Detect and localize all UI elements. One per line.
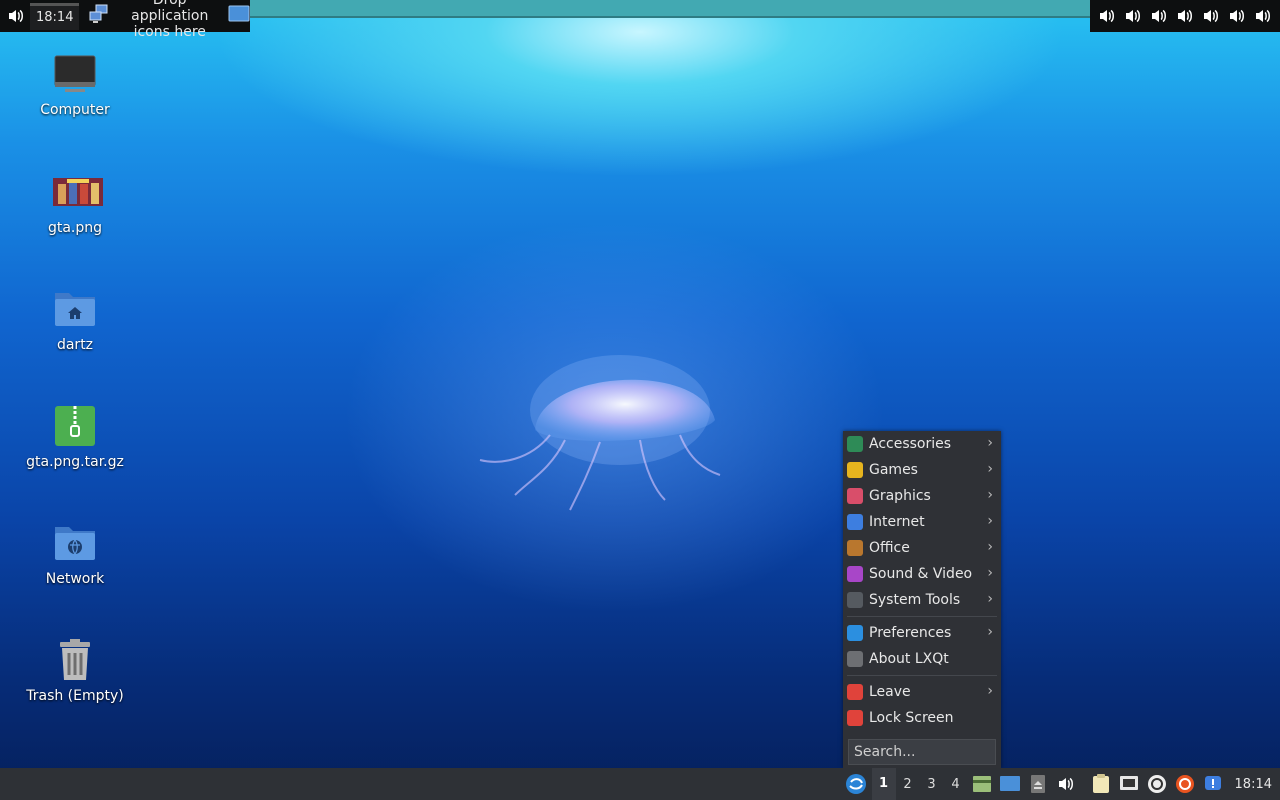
menu-item-label: Preferences — [869, 625, 952, 641]
desktop-icon-trash[interactable]: Trash (Empty) — [10, 638, 140, 704]
menu-item-accessories[interactable]: Accessories › — [843, 431, 1001, 457]
menu-item-label: Lock Screen — [869, 710, 954, 726]
home-folder-icon — [53, 287, 97, 331]
menu-item-about-lxqt[interactable]: About LXQt — [843, 646, 1001, 672]
graphics-icon — [847, 488, 863, 504]
image-thumbnail-icon — [53, 170, 103, 214]
menu-item-label: Graphics — [869, 488, 931, 504]
update-manager-icon[interactable] — [1146, 774, 1168, 794]
application-menu: Accessories › Games › Graphics › Internet › Offi… — [843, 431, 1001, 768]
system-tools-icon — [847, 592, 863, 608]
office-icon — [847, 540, 863, 556]
desktop-icon-label: gta.png.tar.gz — [26, 454, 124, 470]
clipboard-icon[interactable] — [1090, 774, 1112, 794]
computer-icon — [53, 52, 97, 96]
power-icon — [847, 684, 863, 700]
desktop-icon-network[interactable]: Network — [10, 521, 140, 587]
sound-video-icon — [847, 566, 863, 582]
desktop-icon-label: Trash (Empty) — [26, 688, 124, 704]
volume-icon[interactable] — [1201, 6, 1221, 26]
menu-item-label: Office — [869, 540, 910, 556]
top-panel-left: 18:14 Drop application icons here — [0, 0, 250, 40]
network-folder-icon — [53, 521, 97, 565]
archive-icon — [53, 404, 97, 448]
volume-icon[interactable] — [1149, 6, 1169, 26]
menu-item-internet[interactable]: Internet › — [843, 509, 1001, 535]
trash-icon — [53, 638, 97, 682]
chevron-right-icon: › — [987, 435, 993, 451]
preferences-icon — [847, 625, 863, 641]
network-wired-icon[interactable] — [1118, 774, 1140, 794]
menu-item-label: About LXQt — [869, 651, 949, 667]
bottom-clock[interactable]: 18:14 — [1235, 777, 1272, 792]
volume-icon[interactable] — [1097, 6, 1117, 26]
wallpaper-jellyfish — [470, 350, 730, 520]
menu-item-label: System Tools — [869, 592, 961, 608]
menu-item-games[interactable]: Games › — [843, 457, 1001, 483]
chevron-right-icon: › — [987, 487, 993, 503]
desktop-icon-computer[interactable]: Computer — [10, 52, 140, 118]
desktop-icon-gta-archive[interactable]: gta.png.tar.gz — [10, 404, 140, 470]
menu-item-office[interactable]: Office › — [843, 535, 1001, 561]
volume-icon[interactable] — [1055, 774, 1077, 794]
show-desktop-icon[interactable] — [228, 4, 250, 28]
chevron-right-icon: › — [987, 683, 993, 699]
desktop-icon-label: dartz — [56, 337, 94, 353]
desktop-icon-label: Computer — [40, 102, 110, 118]
menu-item-label: Leave — [869, 684, 911, 700]
workspace-4[interactable]: 4 — [944, 777, 968, 792]
notification-icon[interactable] — [1202, 774, 1224, 794]
desktop-icon-label: gta.png — [47, 220, 103, 236]
volume-icon[interactable] — [1175, 6, 1195, 26]
top-panel-right — [1090, 0, 1280, 32]
menu-separator — [847, 616, 997, 617]
games-icon — [847, 462, 863, 478]
menu-item-sound-video[interactable]: Sound & Video › — [843, 561, 1001, 587]
info-icon — [847, 651, 863, 667]
ubuntu-software-icon[interactable] — [1174, 774, 1196, 794]
chevron-right-icon: › — [987, 461, 993, 477]
bottom-panel-right: 1 2 3 4 18:14 — [840, 768, 1280, 800]
accessories-icon — [847, 436, 863, 452]
menu-item-lock-screen[interactable]: Lock Screen — [843, 705, 1001, 731]
bottom-panel: 1 2 3 4 18:14 — [0, 768, 1280, 800]
workspace-3[interactable]: 3 — [920, 777, 944, 792]
internet-icon — [847, 514, 863, 530]
menu-item-label: Internet — [869, 514, 925, 530]
removable-media-icon[interactable] — [1027, 774, 1049, 794]
menu-search-input[interactable]: Search... — [848, 739, 996, 765]
volume-icon[interactable] — [1253, 6, 1273, 26]
menu-item-graphics[interactable]: Graphics › — [843, 483, 1001, 509]
show-desktop-icon[interactable] — [999, 774, 1021, 794]
menu-item-label: Games — [869, 462, 918, 478]
workspace-2[interactable]: 2 — [896, 777, 920, 792]
top-clock[interactable]: 18:14 — [30, 2, 80, 30]
workspace-1[interactable]: 1 — [871, 768, 896, 800]
volume-icon[interactable] — [1227, 6, 1247, 26]
main-menu-button-icon[interactable] — [843, 774, 869, 794]
menu-item-system-tools[interactable]: System Tools › — [843, 587, 1001, 613]
desktop-icon-dartz[interactable]: dartz — [10, 287, 140, 353]
volume-icon[interactable] — [1123, 6, 1143, 26]
chevron-right-icon: › — [987, 565, 993, 581]
chevron-right-icon: › — [987, 539, 993, 555]
volume-icon[interactable] — [6, 6, 26, 26]
chevron-right-icon: › — [987, 591, 993, 607]
chevron-right-icon: › — [987, 624, 993, 640]
menu-item-leave[interactable]: Leave › — [843, 679, 1001, 705]
network-computer-icon — [89, 4, 109, 28]
quicklaunch-drop-text: Drop application icons here — [131, 0, 209, 40]
top-panel-task-area[interactable] — [250, 0, 1090, 18]
menu-separator — [847, 675, 997, 676]
desktop-icon-gta-png[interactable]: gta.png — [10, 170, 140, 236]
menu-item-label: Accessories — [869, 436, 952, 452]
menu-item-label: Sound & Video — [869, 566, 973, 582]
menu-item-preferences[interactable]: Preferences › — [843, 620, 1001, 646]
desktop-icon-label: Network — [45, 571, 105, 587]
file-manager-icon[interactable] — [971, 774, 993, 794]
chevron-right-icon: › — [987, 513, 993, 529]
lock-icon — [847, 710, 863, 726]
